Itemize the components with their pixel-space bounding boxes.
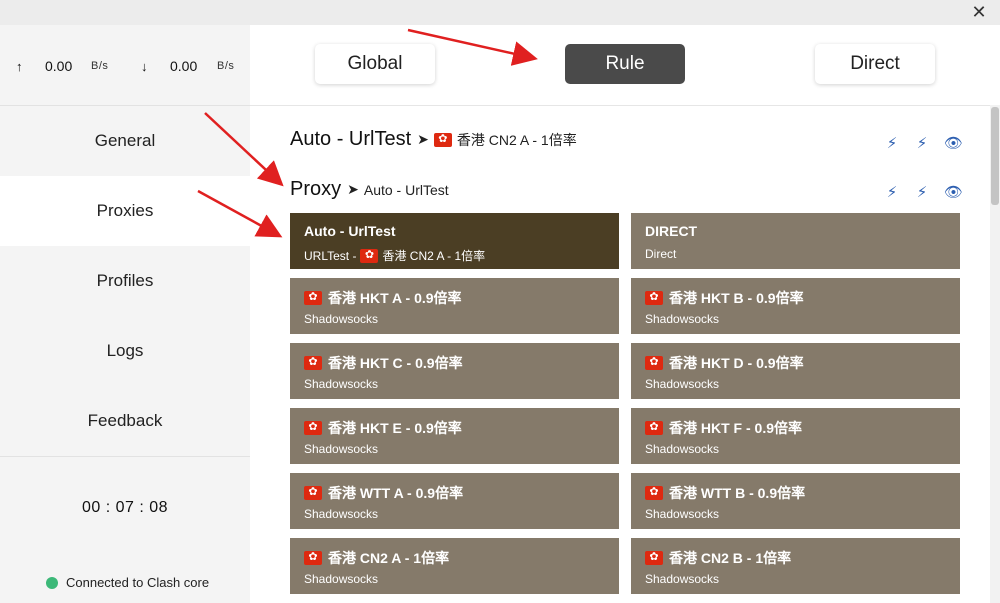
proxy-name: 香港 HKT A - 0.9倍率 — [328, 290, 462, 306]
group-name: Proxy — [290, 178, 342, 200]
mode-direct-button[interactable]: Direct — [815, 44, 935, 84]
proxy-card[interactable]: Auto - UrlTest URLTest - 香港 CN2 A - 1倍率 — [290, 213, 619, 269]
hong-kong-flag-icon — [304, 419, 322, 435]
download-speed-value: 0.00 — [170, 58, 198, 74]
hong-kong-flag-icon — [645, 419, 663, 435]
sidebar: ↑ 0.00 B/s ↓ 0.00 B/s General Proxies Pr… — [0, 25, 250, 603]
eye-icon[interactable]: 👁 — [944, 136, 963, 152]
proxy-name: 香港 WTT B - 0.9倍率 — [669, 485, 806, 501]
proxy-type: Shadowsocks — [645, 507, 720, 521]
proxy-card[interactable]: DIRECT Direct — [631, 213, 960, 269]
group-header-proxy: Proxy ➤ Auto - UrlTest — [290, 178, 449, 201]
proxy-type: Shadowsocks — [645, 442, 720, 456]
upload-speed-unit: B/s — [91, 60, 109, 72]
proxy-card[interactable]: 香港 HKT F - 0.9倍率 Shadowsocks — [631, 408, 960, 464]
divider — [0, 456, 250, 457]
bolt-icon[interactable]: ⚡ — [884, 185, 900, 201]
group-header-auto: Auto - UrlTest ➤ 香港 CN2 A - 1倍率 — [290, 128, 577, 151]
chevron-right-icon: ➤ — [417, 131, 429, 147]
hong-kong-flag-icon — [645, 549, 663, 565]
group-selected-proxy: 香港 CN2 A - 1倍率 — [456, 131, 577, 148]
hong-kong-flag-icon — [645, 354, 663, 370]
proxy-type: Shadowsocks — [304, 572, 379, 586]
proxy-type: Shadowsocks — [645, 377, 720, 391]
proxy-type: Shadowsocks — [645, 312, 720, 326]
bolt-alt-icon[interactable]: ⚡ — [914, 185, 930, 201]
group-actions-auto: ⚡ ⚡ 👁 — [884, 136, 963, 152]
mode-global-button[interactable]: Global — [315, 44, 435, 84]
bolt-icon[interactable]: ⚡ — [884, 136, 900, 152]
scrollbar-thumb[interactable] — [991, 107, 999, 205]
sidebar-item-logs[interactable]: Logs — [0, 316, 250, 386]
proxy-name: 香港 WTT A - 0.9倍率 — [328, 485, 464, 501]
proxy-card[interactable]: 香港 HKT A - 0.9倍率 Shadowsocks — [290, 278, 619, 334]
sidebar-item-general[interactable]: General — [0, 106, 250, 176]
proxy-card[interactable]: 香港 HKT E - 0.9倍率 Shadowsocks — [290, 408, 619, 464]
proxy-name: 香港 HKT B - 0.9倍率 — [669, 290, 804, 306]
proxy-type: Direct — [645, 247, 677, 261]
proxy-type: Shadowsocks — [304, 312, 379, 326]
sidebar-item-proxies[interactable]: Proxies — [0, 176, 250, 246]
proxy-card[interactable]: 香港 HKT B - 0.9倍率 Shadowsocks — [631, 278, 960, 334]
download-speed-unit: B/s — [217, 60, 235, 72]
group-actions-proxy: ⚡ ⚡ 👁 — [884, 185, 963, 201]
uptime-timer: 00 : 07 : 08 — [81, 499, 169, 516]
proxy-type: Shadowsocks — [304, 507, 379, 521]
proxy-name: 香港 CN2 A - 1倍率 — [328, 550, 450, 566]
group-selected-proxy: Auto - UrlTest — [363, 181, 449, 198]
proxy-card[interactable]: 香港 CN2 A - 1倍率 Shadowsocks — [290, 538, 619, 594]
proxy-type: URLTest - — [304, 248, 357, 263]
hong-kong-flag-icon — [304, 289, 322, 305]
title-bar: ✕ — [0, 0, 1000, 25]
proxy-type: Shadowsocks — [304, 442, 379, 456]
mode-rule-button[interactable]: Rule — [565, 44, 685, 84]
sidebar-nav: General Proxies Profiles Logs Feedback — [0, 106, 250, 456]
proxy-name: 香港 HKT D - 0.9倍率 — [669, 355, 804, 371]
proxy-card[interactable]: 香港 WTT A - 0.9倍率 Shadowsocks — [290, 473, 619, 529]
download-arrow-icon: ↓ — [141, 59, 148, 74]
group-name: Auto - UrlTest — [290, 128, 412, 150]
proxy-type: Shadowsocks — [304, 377, 379, 391]
proxy-card[interactable]: 香港 CN2 B - 1倍率 Shadowsocks — [631, 538, 960, 594]
hong-kong-flag-icon — [304, 549, 322, 565]
hong-kong-flag-icon — [304, 484, 322, 500]
close-icon[interactable]: ✕ — [970, 3, 988, 21]
bolt-alt-icon[interactable]: ⚡ — [914, 136, 930, 152]
upload-arrow-icon: ↑ — [16, 59, 23, 74]
hong-kong-flag-icon — [645, 484, 663, 500]
traffic-panel: ↑ 0.00 B/s ↓ 0.00 B/s — [0, 25, 250, 105]
proxy-name: DIRECT — [645, 223, 698, 239]
proxy-name: 香港 CN2 B - 1倍率 — [669, 550, 792, 566]
proxy-card[interactable]: 香港 HKT C - 0.9倍率 Shadowsocks — [290, 343, 619, 399]
proxy-card[interactable]: 香港 WTT B - 0.9倍率 Shadowsocks — [631, 473, 960, 529]
sidebar-item-profiles[interactable]: Profiles — [0, 246, 250, 316]
main-panel: Global Rule Direct Auto - UrlTest ➤ 香港 C… — [250, 25, 1000, 603]
eye-off-icon[interactable]: 👁 — [944, 185, 963, 201]
status-text: Connected to Clash core — [66, 575, 210, 590]
proxy-type: Shadowsocks — [645, 572, 720, 586]
status-dot-icon — [46, 576, 58, 589]
proxy-name: 香港 HKT F - 0.9倍率 — [669, 420, 803, 436]
chevron-right-icon: ➤ — [347, 181, 359, 197]
proxy-name: 香港 HKT C - 0.9倍率 — [328, 355, 463, 371]
mode-selector: Global Rule Direct — [250, 25, 1000, 106]
scrollbar[interactable] — [990, 105, 1000, 603]
hong-kong-flag-icon — [645, 289, 663, 305]
sidebar-item-feedback[interactable]: Feedback — [0, 386, 250, 456]
upload-speed-value: 0.00 — [45, 58, 73, 74]
proxy-name: Auto - UrlTest — [304, 223, 396, 239]
hong-kong-flag-icon — [360, 247, 379, 263]
proxy-name: 香港 HKT E - 0.9倍率 — [328, 420, 462, 436]
proxy-type-selected: 香港 CN2 A - 1倍率 — [382, 249, 486, 263]
connection-status: Connected to Clash core — [46, 575, 209, 590]
proxy-card[interactable]: 香港 HKT D - 0.9倍率 Shadowsocks — [631, 343, 960, 399]
hong-kong-flag-icon — [433, 131, 452, 147]
hong-kong-flag-icon — [304, 354, 322, 370]
